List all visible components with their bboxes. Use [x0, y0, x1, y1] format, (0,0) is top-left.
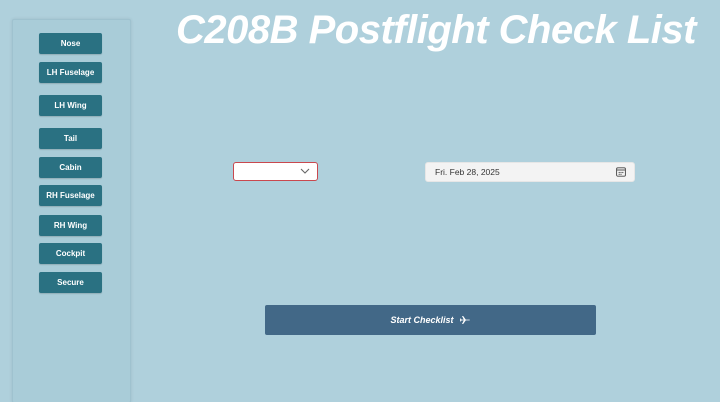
- nav-button-rh-wing[interactable]: RH Wing: [39, 215, 102, 236]
- start-checklist-label: Start Checklist: [390, 315, 454, 325]
- nav-button-cockpit[interactable]: Cockpit: [39, 243, 102, 264]
- chevron-down-icon: [300, 168, 310, 174]
- start-checklist-button[interactable]: Start Checklist: [265, 305, 596, 335]
- nav-button-lh-wing[interactable]: LH Wing: [39, 95, 102, 116]
- nav-button-lh-fuselage[interactable]: LH Fuselage: [39, 62, 102, 83]
- checklist-dropdown[interactable]: [233, 162, 318, 181]
- nav-button-tail[interactable]: Tail: [39, 128, 102, 149]
- nav-button-nose[interactable]: Nose: [39, 33, 102, 54]
- nav-button-rh-fuselage[interactable]: RH Fuselage: [39, 185, 102, 206]
- airplane-icon: [459, 316, 470, 324]
- nav-button-cabin[interactable]: Cabin: [39, 157, 102, 178]
- page-title: C208B Postflight Check List: [176, 8, 696, 52]
- nav-button-secure[interactable]: Secure: [39, 272, 102, 293]
- date-picker[interactable]: Fri. Feb 28, 2025: [425, 162, 635, 182]
- app-screen: Nose LH Fuselage LH Wing Tail Cabin RH F…: [0, 0, 720, 402]
- date-value: Fri. Feb 28, 2025: [435, 167, 500, 177]
- calendar-icon[interactable]: [616, 167, 626, 177]
